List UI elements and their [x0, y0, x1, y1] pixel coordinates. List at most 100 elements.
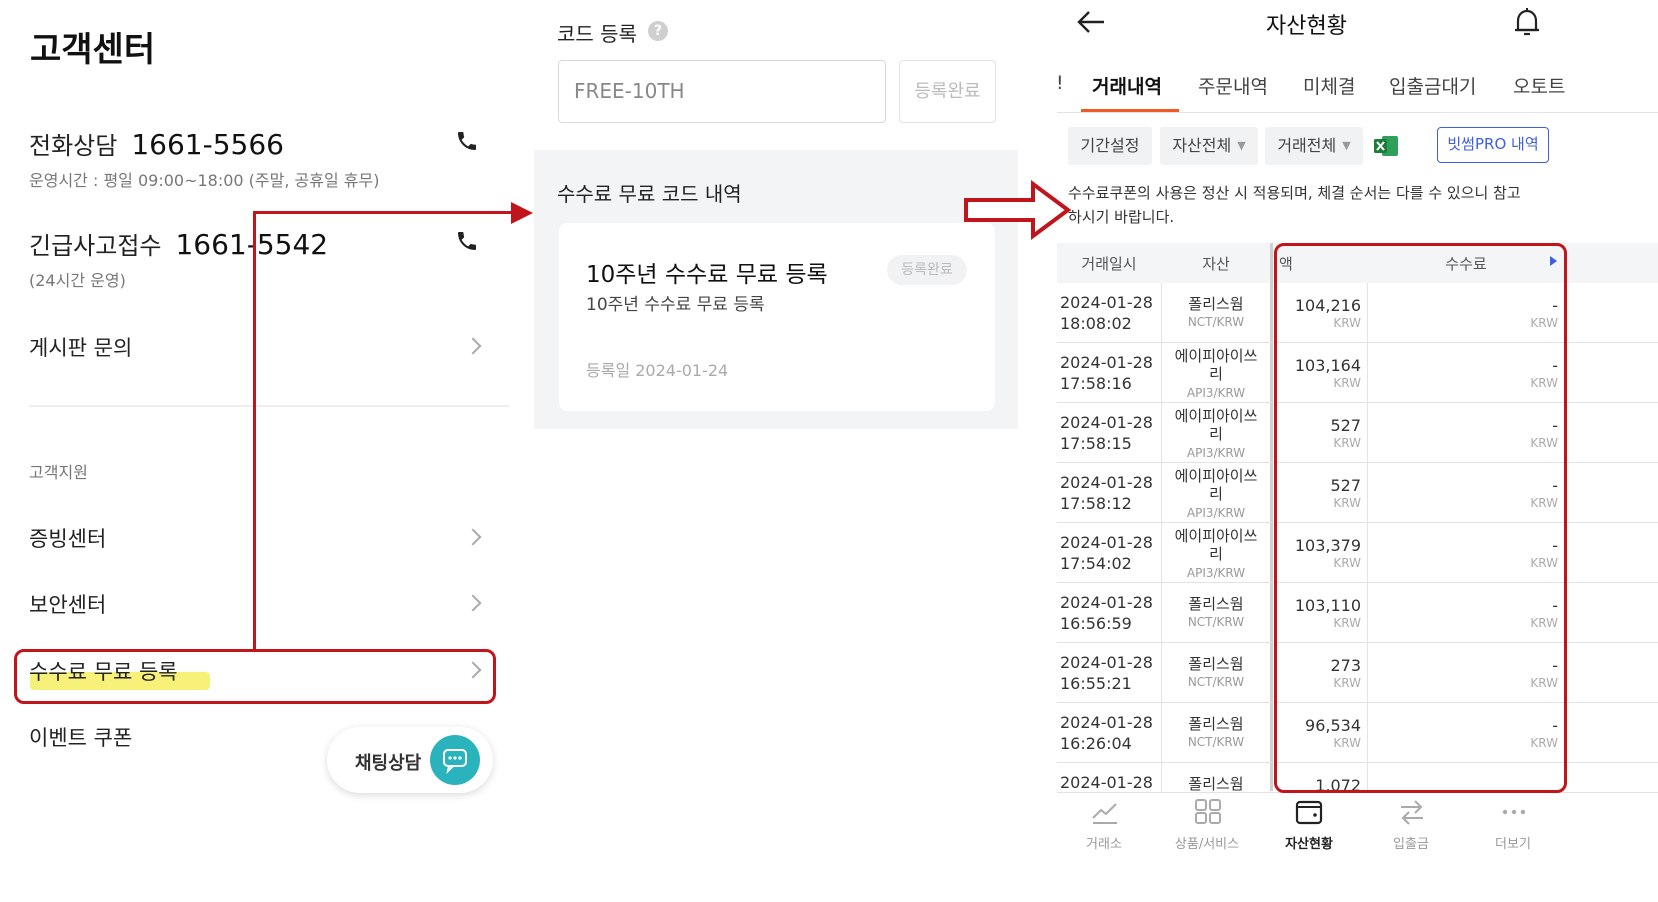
code-register-label: 코드 등록	[557, 22, 637, 46]
annotation-box-fee-free	[14, 649, 496, 704]
asset-pair: API3/KRW	[1186, 386, 1246, 400]
trade-date: 2024-01-28	[1060, 773, 1153, 792]
back-arrow-icon[interactable]	[1076, 8, 1106, 40]
asset-name: 에이피아이쓰	[1174, 527, 1258, 545]
board-inquiry[interactable]: 게시판 문의	[29, 332, 132, 362]
chat-consult-label: 채팅상담	[355, 753, 422, 774]
trade-date: 2024-01-28	[1060, 653, 1153, 672]
asset-filter[interactable]: 자산전체 ▼	[1160, 127, 1258, 165]
top-bar	[1057, 0, 1658, 46]
phone-icon[interactable]	[455, 228, 479, 258]
asset-pair: NCT/KRW	[1187, 675, 1245, 689]
asset-name-cont: 리	[1209, 545, 1223, 563]
asset-name: 폴리스웜	[1188, 295, 1244, 313]
bithumb-pro-button[interactable]: 빗썸PRO 내역	[1437, 127, 1549, 163]
asset-pair: API3/KRW	[1186, 506, 1246, 520]
chevron-right-icon	[464, 337, 482, 355]
trade-date: 2024-01-28	[1060, 533, 1153, 552]
phone-icon[interactable]	[455, 128, 479, 158]
section-divider	[29, 405, 509, 407]
phone-consult-label: 전화상담	[29, 132, 118, 160]
more-dots-icon[interactable]	[1499, 798, 1529, 830]
notice-line-1: 수수료쿠폰의 사용은 정산 시 적용되며, 체결 순서는 다를 수 있으니 참고	[1068, 184, 1521, 202]
chat-bubble-icon	[430, 735, 480, 785]
tab-auto-trade[interactable]: 오토트	[1513, 72, 1565, 99]
card-date: 등록일 2024-01-24	[586, 361, 729, 380]
trade-time: 16:55:21	[1060, 674, 1132, 693]
trade-time: 17:58:12	[1060, 494, 1132, 513]
menu-item-evidence-center[interactable]: 증빙센터	[29, 523, 106, 553]
chevron-right-icon	[464, 594, 482, 612]
nav-label-assets[interactable]: 자산현황	[1259, 833, 1359, 852]
tab-order-history[interactable]: 주문내역	[1198, 72, 1268, 99]
nav-label-exchange[interactable]: 거래소	[1054, 833, 1154, 852]
asset-pair: NCT/KRW	[1187, 735, 1245, 749]
phone-consult-hours: 운영시간 : 평일 09:00~18:00 (주말, 공휴일 휴무)	[29, 171, 380, 190]
asset-pair: NCT/KRW	[1187, 615, 1245, 629]
trade-time: 16:56:59	[1060, 614, 1132, 633]
wallet-icon[interactable]	[1294, 798, 1324, 830]
asset-name-cont: 리	[1209, 485, 1223, 503]
grid-icon[interactable]	[1193, 798, 1223, 830]
excel-icon[interactable]	[1372, 133, 1400, 163]
status-badge: 등록완료	[887, 255, 967, 285]
trade-time: 17:58:16	[1060, 374, 1132, 393]
trade-filter-label: 거래전체	[1277, 136, 1337, 155]
tab-deposit-pending[interactable]: 입출금대기	[1389, 72, 1476, 99]
asset-name: 에이피아이쓰	[1174, 467, 1258, 485]
page-title: 고객센터	[30, 30, 156, 70]
chart-icon[interactable]	[1090, 798, 1120, 830]
trade-time: 17:54:02	[1060, 554, 1132, 573]
section-label: 고객지원	[29, 463, 88, 482]
nav-label-more[interactable]: 더보기	[1463, 833, 1563, 852]
phone-consult-number: 1661-5566	[131, 128, 284, 161]
trade-date: 2024-01-28	[1060, 413, 1153, 432]
emergency-hours: (24시간 운영)	[29, 271, 126, 290]
emergency-row[interactable]: 긴급사고접수 1661-5542	[29, 226, 328, 261]
column-header-date: 거래일시	[1081, 255, 1137, 273]
annotation-arrow-head	[511, 202, 533, 224]
annotation-block-arrow	[963, 180, 1073, 244]
tab-truncated[interactable]: !	[1056, 72, 1064, 94]
screen-title: 자산현황	[1266, 14, 1347, 39]
menu-item-security-center[interactable]: 보안센터	[29, 589, 106, 619]
trade-date: 2024-01-28	[1060, 353, 1153, 372]
annotation-line-horizontal	[253, 211, 515, 214]
code-input[interactable]: FREE-10TH	[558, 60, 886, 123]
code-history-title: 수수료 무료 코드 내역	[557, 182, 742, 206]
trade-time: 18:08:02	[1060, 314, 1132, 333]
annotation-box-amount-fee	[1274, 243, 1567, 793]
nav-label-products[interactable]: 상품/서비스	[1157, 833, 1257, 852]
tab-unfilled[interactable]: 미체결	[1303, 72, 1355, 99]
trade-time: 16:26:04	[1060, 734, 1132, 753]
asset-name: 에이피아이쓰	[1174, 407, 1258, 425]
emergency-number: 1661-5542	[175, 228, 329, 261]
phone-consult-row[interactable]: 전화상담 1661-5566	[29, 126, 284, 161]
caret-down-icon: ▼	[1237, 139, 1246, 152]
transfer-icon[interactable]	[1397, 798, 1427, 830]
trade-date: 2024-01-28	[1060, 593, 1153, 612]
bell-icon[interactable]	[1512, 6, 1542, 42]
tab-trade-history[interactable]: 거래내역	[1092, 72, 1162, 99]
chat-consult-button[interactable]: 채팅상담	[327, 727, 493, 793]
asset-name-cont: 리	[1209, 425, 1223, 443]
asset-filter-label: 자산전체	[1172, 136, 1232, 155]
help-icon[interactable]: ?	[648, 21, 668, 41]
register-done-button[interactable]: 등록완료	[899, 60, 996, 123]
menu-item-event-coupon[interactable]: 이벤트 쿠폰	[29, 722, 132, 752]
asset-pair: API3/KRW	[1186, 446, 1246, 460]
trade-filter[interactable]: 거래전체 ▼	[1265, 127, 1363, 165]
notice-line-2: 하시기 바랍니다.	[1068, 208, 1175, 226]
chevron-right-icon	[464, 528, 482, 546]
caret-down-icon: ▼	[1342, 139, 1351, 152]
tab-divider	[1057, 112, 1658, 113]
asset-pair: API3/KRW	[1186, 566, 1246, 580]
trade-date: 2024-01-28	[1060, 293, 1153, 312]
asset-pair: NCT/KRW	[1187, 315, 1245, 329]
nav-label-deposit[interactable]: 입출금	[1361, 833, 1461, 852]
card-title: 10주년 수수료 무료 등록	[586, 262, 828, 288]
period-filter[interactable]: 기간설정	[1068, 127, 1152, 165]
column-header-asset: 자산	[1202, 255, 1230, 273]
asset-name: 폴리스웜	[1188, 715, 1244, 733]
trade-time: 17:58:15	[1060, 434, 1132, 453]
